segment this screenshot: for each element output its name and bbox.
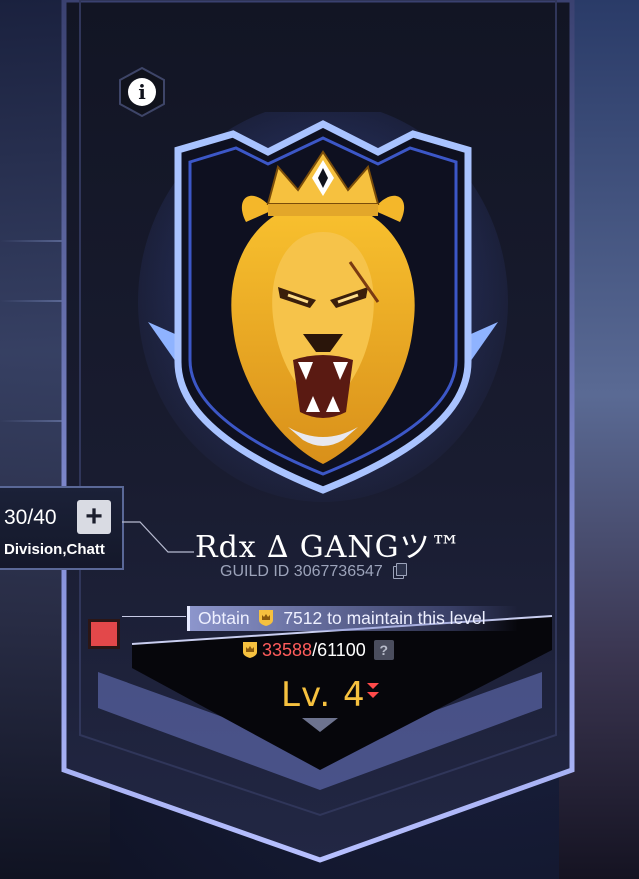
level-flag-marker: [88, 619, 120, 649]
double-chevron-down-icon: [367, 683, 379, 698]
crown-badge-icon: [259, 610, 274, 626]
guild-points: 33588/61100?: [238, 640, 394, 661]
lion-king-emblem-icon: [138, 102, 508, 502]
info-icon: i: [128, 78, 156, 106]
level-requirement-banner: Obtain 7512 to maintain this level: [187, 606, 518, 631]
copy-icon[interactable]: [393, 563, 408, 579]
guild-id-value: 3067736547: [293, 563, 383, 580]
member-panel[interactable]: 30/40 + Division,Chatt: [0, 486, 124, 570]
requirement-suffix: to maintain this level: [327, 608, 486, 628]
requirement-amount: 7512: [283, 608, 323, 628]
guild-id: GUILD ID 3067736547: [220, 563, 408, 581]
guild-id-label: GUILD ID: [220, 563, 290, 580]
add-member-button[interactable]: +: [77, 500, 111, 534]
plus-icon: +: [85, 500, 103, 533]
question-icon[interactable]: ?: [373, 640, 394, 660]
guild-name: Rdx ∆ GANGツ™: [195, 530, 462, 565]
guild-emblem[interactable]: [138, 102, 508, 502]
flag-connector: [122, 616, 186, 617]
connector-line: [122, 521, 194, 553]
guild-tags: Division,Chatt: [4, 541, 105, 558]
guild-level: Lv. 4: [281, 675, 366, 715]
info-button[interactable]: i: [116, 66, 168, 118]
points-max: /61100: [312, 640, 366, 660]
requirement-prefix: Obtain: [198, 608, 250, 628]
member-count: 30/40: [4, 506, 57, 529]
points-current: 33588: [262, 640, 313, 660]
crown-badge-icon: [243, 642, 257, 658]
